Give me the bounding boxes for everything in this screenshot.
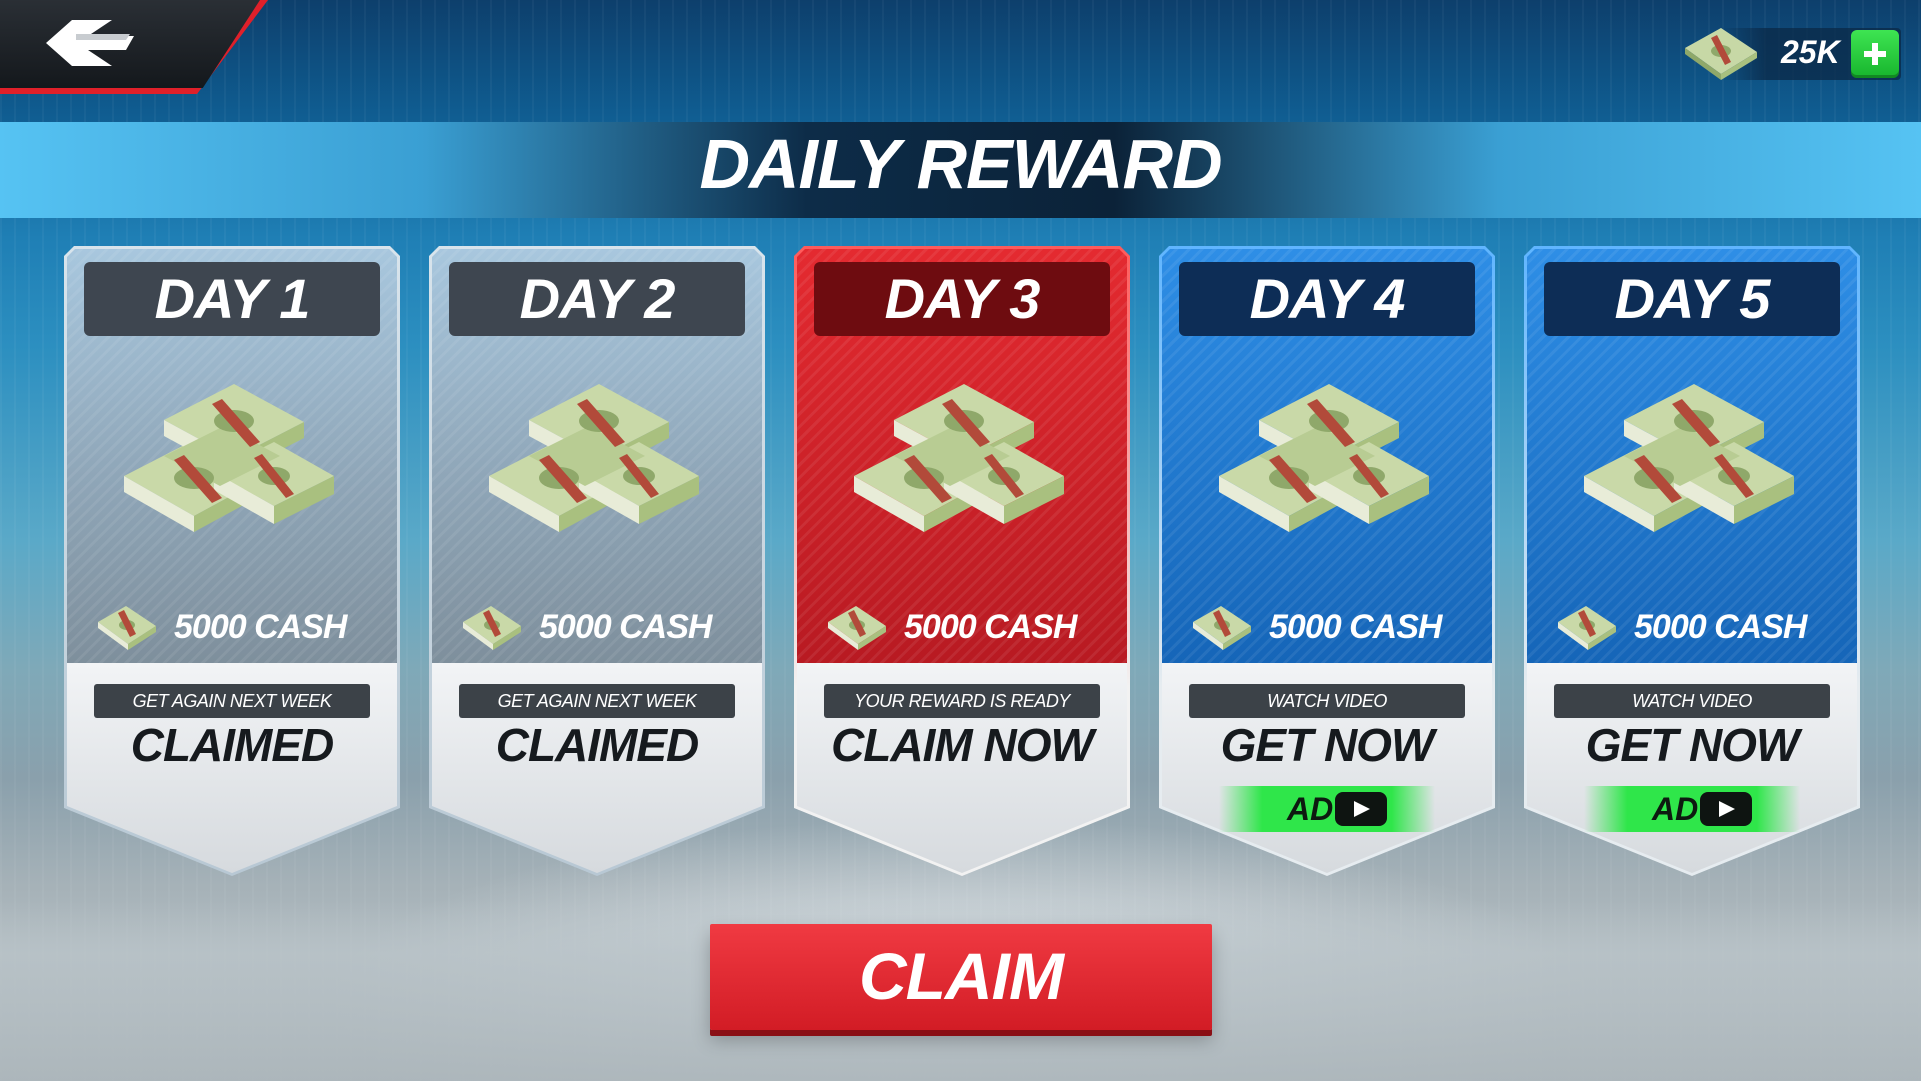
status-pill: GET AGAIN NEXT WEEK — [459, 684, 735, 718]
day-label: DAY 3 — [814, 262, 1110, 336]
reward-amount: 5000 CASH — [459, 598, 755, 658]
ad-label: AD — [1287, 791, 1334, 827]
action-label[interactable]: GET NOW — [1159, 718, 1495, 772]
cash-pile-icon — [1219, 384, 1429, 532]
day-label: DAY 4 — [1179, 262, 1475, 336]
reward-amount-text: 5000 CASH — [539, 608, 712, 646]
currency-display: 25K — [1681, 26, 1901, 82]
day-label: DAY 2 — [449, 262, 745, 336]
status-pill: WATCH VIDEO — [1554, 684, 1830, 718]
cash-pile-icon — [1584, 384, 1794, 532]
cash-stack-icon — [1685, 28, 1757, 80]
cash-icon — [463, 606, 521, 650]
back-button[interactable] — [0, 0, 260, 88]
cash-icon — [1193, 606, 1251, 650]
action-label[interactable]: CLAIM NOW — [794, 718, 1130, 772]
back-arrow-icon — [46, 20, 134, 66]
day-label: DAY 5 — [1544, 262, 1840, 336]
reward-amount-text: 5000 CASH — [1634, 608, 1807, 646]
cash-icon — [1558, 606, 1616, 650]
add-currency-button[interactable] — [1851, 30, 1899, 78]
claim-button-label: CLAIM — [859, 939, 1064, 1013]
cash-icon — [98, 606, 156, 650]
daily-reward-screen: 25K DAILY REWARD DAY 1 5000 CASH GET AGA… — [0, 0, 1921, 1081]
action-label: CLAIMED — [130, 719, 335, 771]
action-label[interactable]: GET NOW — [1524, 718, 1860, 772]
reward-amount: 5000 CASH — [1554, 598, 1850, 658]
reward-amount-text: 5000 CASH — [1269, 608, 1442, 646]
day-card-2[interactable]: DAY 2 5000 CASH GET AGAIN NEXT WEEK CLAI… — [429, 246, 765, 876]
cash-icon — [828, 606, 886, 650]
action-label: CLAIMED — [495, 719, 700, 771]
reward-amount: 5000 CASH — [94, 598, 390, 658]
reward-amount: 5000 CASH — [1189, 598, 1485, 658]
status-pill: WATCH VIDEO — [1189, 684, 1465, 718]
reward-amount: 5000 CASH — [824, 598, 1120, 658]
day-card-4[interactable]: DAY 4 5000 CASH WATCH VIDEO GET NOW AD — [1159, 246, 1495, 876]
cash-pile-icon — [854, 384, 1064, 532]
day-label: DAY 1 — [84, 262, 380, 336]
claim-button[interactable]: CLAIM — [710, 924, 1212, 1030]
day-card-1[interactable]: DAY 1 5000 CASH GET AGAIN NEXT WEEK CLAI… — [64, 246, 400, 876]
status-pill: YOUR REWARD IS READY — [824, 684, 1100, 718]
day-card-3[interactable]: DAY 3 5000 CASH YOUR REWARD IS READY CLA… — [794, 246, 1130, 876]
play-icon — [1700, 792, 1752, 826]
ad-label: AD — [1652, 791, 1699, 827]
watch-ad-button[interactable]: AD — [1584, 786, 1800, 832]
cash-pile-icon — [124, 384, 334, 532]
page-title: DAILY REWARD — [699, 125, 1222, 203]
reward-amount-text: 5000 CASH — [174, 608, 347, 646]
reward-amount-text: 5000 CASH — [904, 608, 1077, 646]
day-card-5[interactable]: DAY 5 5000 CASH WATCH VIDEO GET NOW AD — [1524, 246, 1860, 876]
watch-ad-button[interactable]: AD — [1219, 786, 1435, 832]
play-icon — [1335, 792, 1387, 826]
currency-value: 25K — [1781, 34, 1840, 70]
status-pill: GET AGAIN NEXT WEEK — [94, 684, 370, 718]
cash-pile-icon — [489, 384, 699, 532]
